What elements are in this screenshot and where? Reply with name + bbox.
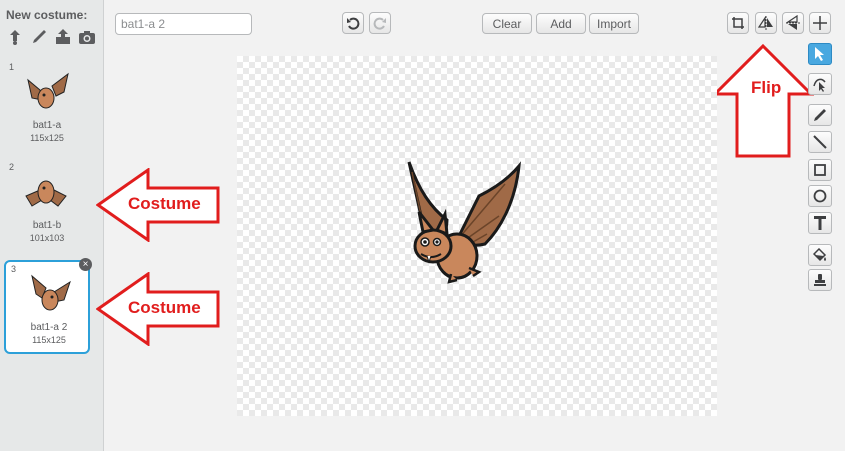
costume-size: 101x103 — [29, 233, 65, 243]
costume-name: bat1-b — [32, 220, 62, 231]
delete-costume-icon[interactable]: × — [79, 258, 92, 271]
costume-name: bat1-a 2 — [30, 322, 68, 333]
add-button[interactable]: Add — [536, 13, 586, 34]
flip-horizontal-icon — [758, 16, 773, 30]
costume-number: 2 — [9, 162, 15, 172]
flip-vertical-icon — [786, 15, 800, 30]
set-costume-center-button[interactable] — [809, 12, 831, 34]
costume-thumbnail — [27, 72, 69, 109]
text-icon — [814, 216, 826, 230]
clear-button[interactable]: Clear — [482, 13, 532, 34]
new-costume-icons — [6, 28, 96, 46]
flip-annotation-label: Flip — [751, 78, 782, 97]
line-icon — [813, 135, 827, 149]
reshape-tool[interactable] — [808, 73, 832, 95]
new-costume-label: New costume: — [6, 8, 88, 22]
costume-number: 1 — [9, 62, 15, 72]
camera-icon[interactable] — [78, 28, 96, 46]
costume-name-input[interactable] — [115, 13, 252, 35]
costume-number: 3 — [11, 264, 17, 274]
redo-icon — [373, 17, 386, 30]
import-button[interactable]: Import — [589, 13, 639, 34]
paint-bucket-icon — [813, 248, 827, 262]
text-tool[interactable] — [808, 212, 832, 234]
redo-button[interactable] — [369, 12, 391, 34]
undo-button[interactable] — [342, 12, 364, 34]
reshape-icon — [813, 78, 826, 92]
rectangle-icon — [814, 164, 826, 176]
costume-size: 115x125 — [30, 133, 64, 143]
paint-new-costume-icon[interactable] — [30, 28, 48, 46]
costume-item[interactable]: 1 bat1-a 115x125 — [4, 60, 90, 148]
pencil-icon — [814, 109, 826, 121]
crop-icon — [732, 17, 744, 29]
select-tool[interactable] — [808, 43, 832, 65]
arrow-select-icon — [815, 47, 824, 61]
stamp-tool[interactable] — [808, 269, 832, 291]
ellipse-icon — [813, 189, 827, 203]
rectangle-tool[interactable] — [808, 159, 832, 181]
line-tool[interactable] — [808, 131, 832, 153]
paint-editor: New costume: 1 bat1-a 115x125 2 bat1-b 1… — [0, 0, 845, 451]
pencil-tool[interactable] — [808, 104, 832, 126]
upload-costume-icon[interactable] — [54, 28, 72, 46]
costume-size: 115x125 — [32, 335, 66, 345]
crop-button[interactable] — [727, 12, 749, 34]
undo-icon — [347, 17, 360, 30]
stamp-icon — [814, 274, 826, 286]
flip-vertical-button[interactable] — [782, 12, 804, 34]
costume-pane: New costume: 1 bat1-a 115x125 2 bat1-b 1… — [0, 0, 104, 451]
costume-name: bat1-a — [32, 120, 62, 131]
paint-canvas[interactable] — [237, 56, 717, 416]
costume-item-selected[interactable]: 3 × bat1-a 2 115x125 — [4, 258, 92, 354]
flip-annotation-arrow — [712, 44, 814, 158]
costume-thumbnail — [25, 180, 67, 207]
choose-from-library-icon[interactable] — [6, 28, 24, 46]
costume-thumbnail — [31, 274, 71, 311]
costume-item[interactable]: 2 bat1-b 101x103 — [4, 160, 90, 248]
crosshair-icon — [813, 16, 827, 30]
flip-horizontal-button[interactable] — [755, 12, 777, 34]
fill-tool[interactable] — [808, 244, 832, 266]
costume-annotation-label-1: Costume — [128, 194, 201, 213]
ellipse-tool[interactable] — [808, 185, 832, 207]
bat-sprite — [407, 161, 522, 284]
costume-annotation-label-2: Costume — [128, 298, 201, 317]
